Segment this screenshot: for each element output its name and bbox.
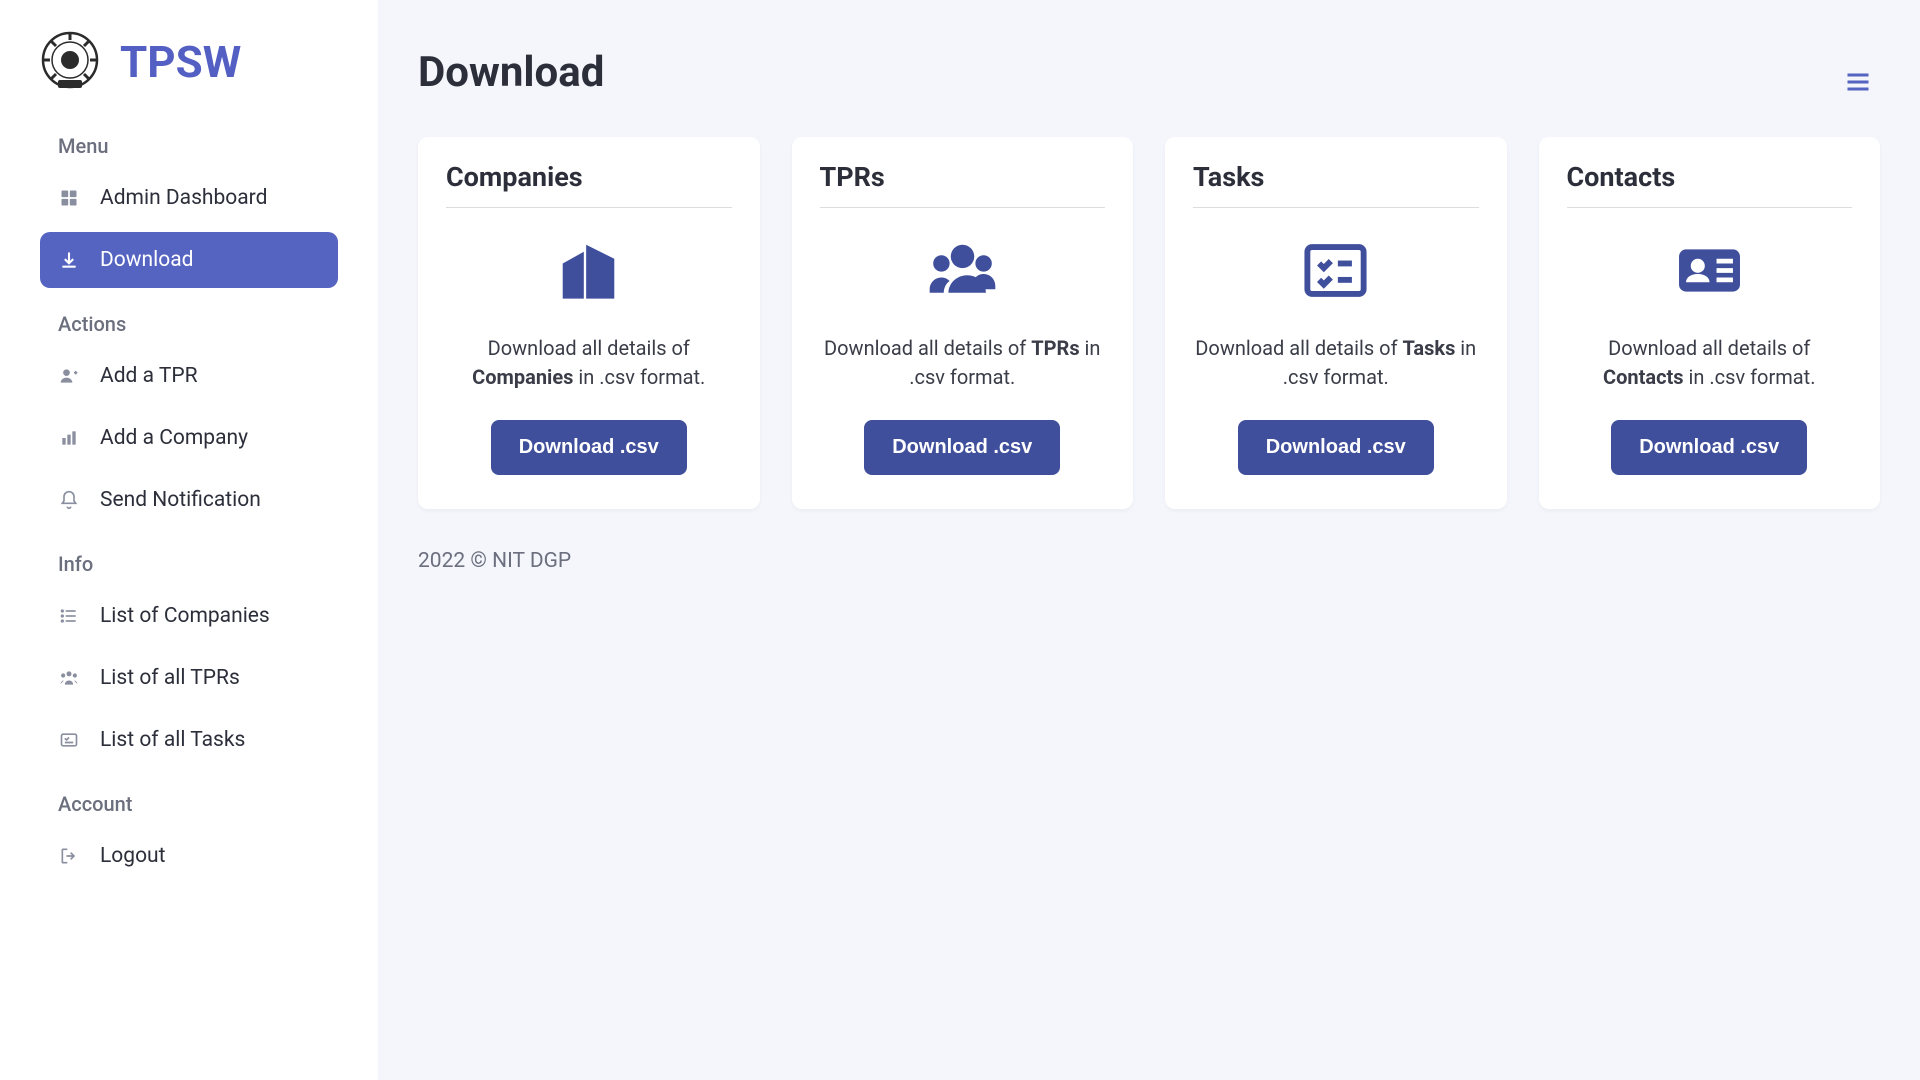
task-list-icon [1193, 230, 1479, 310]
nav-label: List of all Tasks [100, 728, 245, 752]
download-tasks-button[interactable]: Download .csv [1238, 420, 1434, 475]
person-plus-icon [58, 365, 80, 387]
main-content: Download Companies Download all details … [378, 0, 1920, 1080]
card-desc: Download all details of TPRs in .csv for… [820, 334, 1106, 392]
card-tasks: Tasks Download all details of Tasks in .… [1165, 137, 1507, 509]
download-companies-button[interactable]: Download .csv [491, 420, 687, 475]
sidebar: TPSW Menu Admin Dashboard Download Actio… [0, 0, 378, 1080]
users-icon [58, 667, 80, 689]
nav-label: Logout [100, 844, 166, 868]
grid-icon [58, 187, 80, 209]
nav-admin-dashboard[interactable]: Admin Dashboard [40, 170, 338, 226]
nav-label: Admin Dashboard [100, 186, 267, 210]
card-desc: Download all details of Contacts in .csv… [1567, 334, 1853, 392]
nav-label: Download [100, 248, 194, 272]
hamburger-menu-icon[interactable] [1844, 68, 1872, 100]
checklist-icon [58, 729, 80, 751]
nav-add-tpr[interactable]: Add a TPR [40, 348, 338, 404]
building-chart-icon [58, 427, 80, 449]
nav-logout[interactable]: Logout [40, 828, 338, 884]
logo-text: TPSW [120, 36, 241, 88]
users-group-icon [820, 230, 1106, 310]
nav-label: Add a Company [100, 426, 248, 450]
nav-list-companies[interactable]: List of Companies [40, 588, 338, 644]
nav-label: List of Companies [100, 604, 270, 628]
card-title: Tasks [1193, 161, 1479, 208]
nav-label: List of all TPRs [100, 666, 240, 690]
logo-section[interactable]: TPSW [40, 30, 338, 94]
list-icon [58, 605, 80, 627]
section-heading-info: Info [58, 552, 338, 576]
card-desc: Download all details of Companies in .cs… [446, 334, 732, 392]
section-heading-menu: Menu [58, 134, 338, 158]
nav-label: Add a TPR [100, 364, 198, 388]
logo-emblem-icon [40, 30, 100, 94]
card-desc: Download all details of Tasks in .csv fo… [1193, 334, 1479, 392]
download-icon [58, 249, 80, 271]
nav-download[interactable]: Download [40, 232, 338, 288]
card-title: TPRs [820, 161, 1106, 208]
building-icon [446, 230, 732, 310]
download-cards: Companies Download all details of Compan… [418, 137, 1880, 509]
card-contacts: Contacts Download all details of Contact… [1539, 137, 1881, 509]
download-contacts-button[interactable]: Download .csv [1611, 420, 1807, 475]
nav-label: Send Notification [100, 488, 261, 512]
logout-icon [58, 845, 80, 867]
card-title: Companies [446, 161, 732, 208]
card-title: Contacts [1567, 161, 1853, 208]
nav-add-company[interactable]: Add a Company [40, 410, 338, 466]
page-title: Download [418, 48, 1880, 97]
bell-icon [58, 489, 80, 511]
nav-list-tprs[interactable]: List of all TPRs [40, 650, 338, 706]
contact-card-icon [1567, 230, 1853, 310]
nav-send-notification[interactable]: Send Notification [40, 472, 338, 528]
card-companies: Companies Download all details of Compan… [418, 137, 760, 509]
section-heading-account: Account [58, 792, 338, 816]
nav-list-tasks[interactable]: List of all Tasks [40, 712, 338, 768]
section-heading-actions: Actions [58, 312, 338, 336]
card-tprs: TPRs Download all details of TPRs in .cs… [792, 137, 1134, 509]
download-tprs-button[interactable]: Download .csv [864, 420, 1060, 475]
footer-text: 2022 © NIT DGP [418, 549, 1880, 573]
